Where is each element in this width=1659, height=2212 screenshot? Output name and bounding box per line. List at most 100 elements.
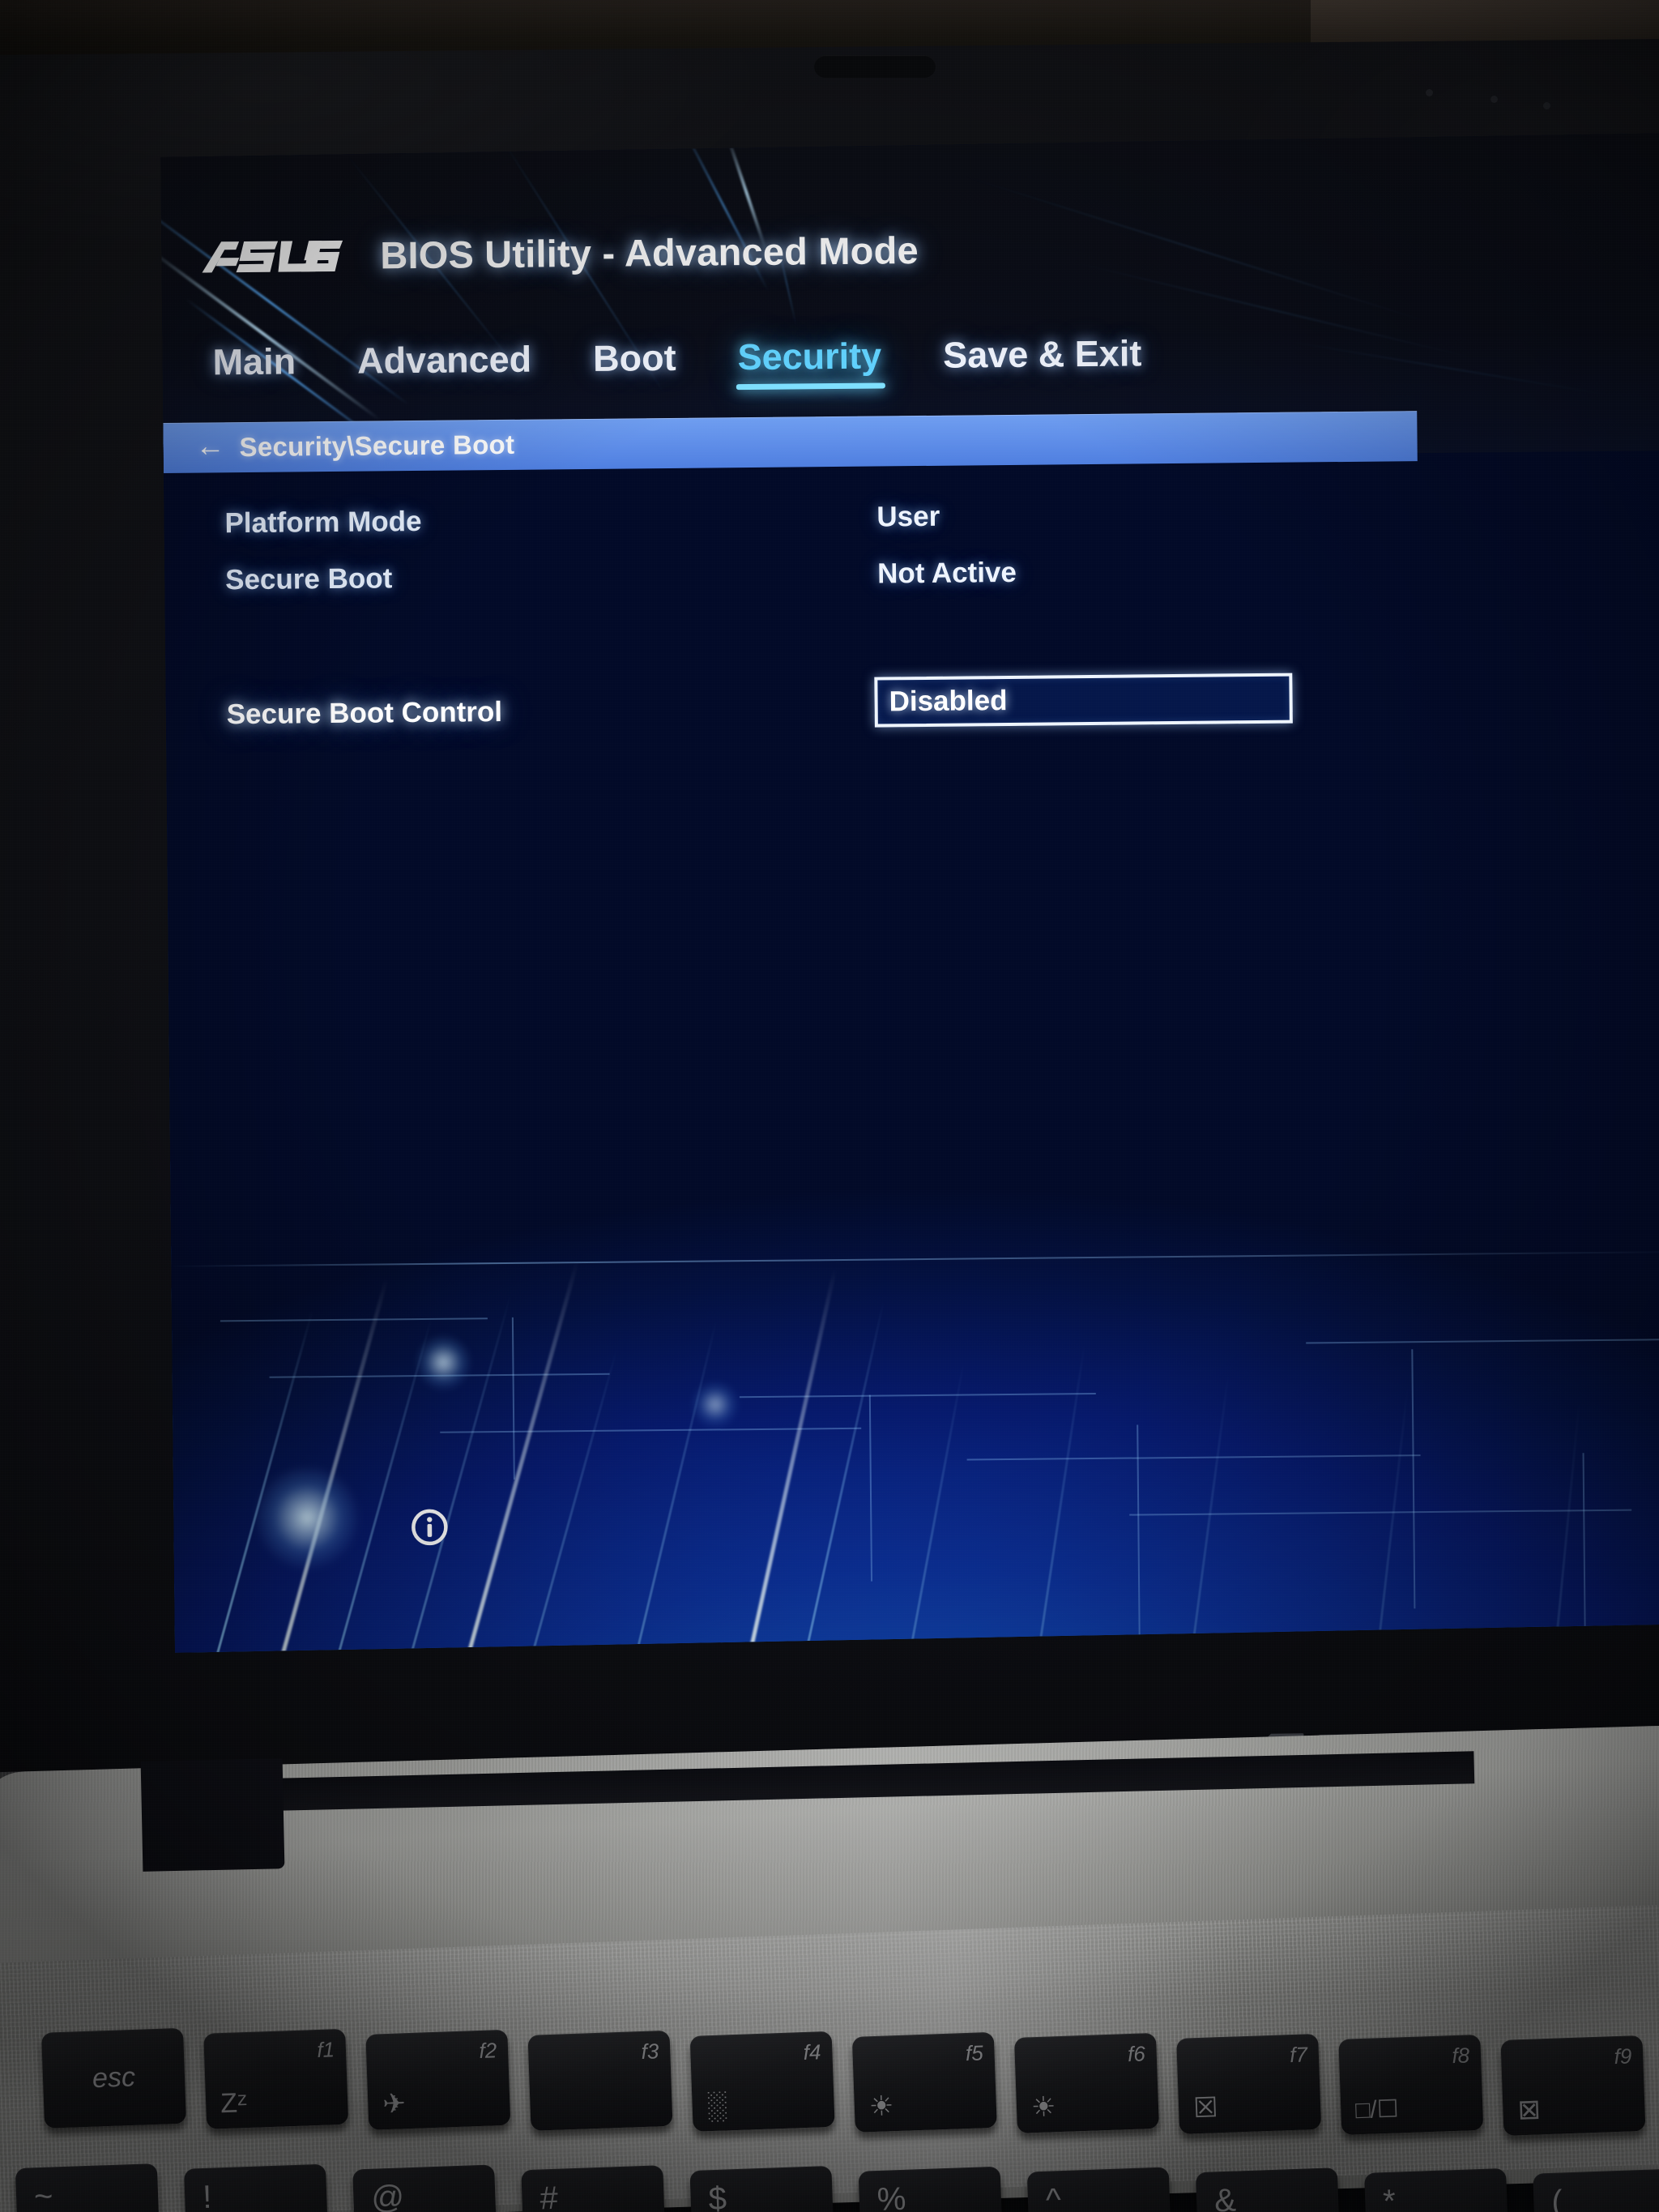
key-8[interactable]: * 8 — [1364, 2167, 1510, 2212]
key-2-shift-label: @ — [370, 2179, 405, 2212]
key-f6-fn-label: f6 — [1127, 2041, 1146, 2067]
light-beam — [904, 1360, 966, 1653]
bios-screen-surface: BIOS Utility - Advanced Mode Main Advanc… — [160, 133, 1659, 1653]
key-8-shift-label: * — [1382, 2183, 1397, 2212]
tab-advanced[interactable]: Advanced — [357, 339, 532, 395]
key-f1[interactable]: f1 Zᶻ — [203, 2028, 349, 2129]
key-7[interactable]: & 7 — [1195, 2167, 1341, 2212]
key-esc-label: esc — [92, 2061, 136, 2095]
key-f9-fn-label: f9 — [1614, 2043, 1632, 2069]
light-beam — [1188, 1370, 1230, 1653]
main-tab-bar[interactable]: Main Advanced Boot Security Save & Exit — [212, 332, 1141, 396]
key-4[interactable]: $ 4 — [689, 2165, 836, 2212]
laptop-screen: BIOS Utility - Advanced Mode Main Advanc… — [160, 133, 1659, 1653]
screen-background-artwork — [170, 1185, 1659, 1653]
key-backtick-shift-label: ~ — [33, 2178, 54, 2212]
key-3[interactable]: # 3 — [521, 2165, 667, 2212]
key-f8-fn-label: f8 — [1451, 2043, 1470, 2069]
light-beam — [742, 1268, 837, 1652]
setting-label-secure-boot: Secure Boot — [224, 562, 393, 596]
key-f6[interactable]: f6 ☀ — [1013, 2032, 1159, 2133]
light-beam — [272, 1279, 388, 1653]
asus-logo-icon — [200, 235, 344, 277]
light-beam — [458, 1261, 579, 1653]
light-beam — [799, 1300, 885, 1653]
circuit-trace — [1583, 1453, 1586, 1631]
light-beam — [207, 1310, 313, 1653]
tab-security[interactable]: Security — [737, 335, 881, 391]
light-glow — [254, 1465, 360, 1571]
light-beam — [1552, 1398, 1580, 1653]
bezel-sensor-dot-3 — [1543, 102, 1550, 109]
brightness-up-icon: ☀ — [1030, 2091, 1057, 2124]
key-1-shift-label: ! — [202, 2179, 213, 2212]
key-7-shift-label: & — [1213, 2182, 1237, 2212]
key-esc[interactable]: esc — [41, 2027, 187, 2129]
airplane-mode-icon: ✈ — [382, 2088, 407, 2120]
key-2[interactable]: @ 2 — [352, 2164, 498, 2212]
left-arrow-icon[interactable]: ← — [195, 431, 224, 460]
display-switch-icon: □/☐ — [1354, 2095, 1400, 2124]
circuit-trace — [270, 1373, 610, 1378]
brightness-down-icon: ☀ — [868, 2090, 894, 2123]
key-f9[interactable]: f9 ⊠ — [1500, 2035, 1646, 2136]
light-beam — [1034, 1340, 1086, 1653]
bezel-sensor-dot-2 — [1491, 96, 1498, 103]
setting-label-platform-mode: Platform Mode — [224, 505, 422, 540]
tab-boot[interactable]: Boot — [593, 337, 676, 393]
lid-hinge-notch — [814, 55, 936, 78]
hinge-block — [140, 1758, 285, 1872]
circuit-trace — [1411, 1349, 1415, 1608]
breadcrumb-path: Security\Secure Boot — [239, 429, 515, 463]
key-f2[interactable]: f2 ✈ — [365, 2029, 511, 2130]
circuit-trace — [1306, 1339, 1659, 1343]
secure-boot-control-dropdown[interactable]: Disabled — [874, 673, 1293, 728]
brand-row: BIOS Utility - Advanced Mode — [200, 228, 919, 280]
key-f5[interactable]: f5 ☀ — [851, 2031, 997, 2133]
circuit-trace — [1129, 1510, 1631, 1516]
key-f3-fn-label: f3 — [641, 2039, 659, 2065]
key-f7-fn-label: f7 — [1289, 2042, 1308, 2068]
key-5[interactable]: % 5 — [858, 2166, 1004, 2212]
laptop-photo: BIOS Utility - Advanced Mode Main Advanc… — [0, 0, 1659, 2212]
key-6[interactable]: ^ 6 — [1026, 2167, 1173, 2212]
key-f3[interactable]: f3 — [527, 2030, 673, 2131]
keyboard-backlight-up-icon: ░ — [706, 2090, 727, 2122]
key-f5-fn-label: f5 — [965, 2040, 984, 2066]
light-beam — [629, 1318, 718, 1653]
key-1[interactable]: ! 1 — [183, 2163, 330, 2212]
circuit-trace — [512, 1317, 515, 1480]
touchpad-toggle-icon: ⊠ — [1516, 2094, 1542, 2126]
setting-value-secure-boot: Not Active — [876, 556, 1017, 590]
key-f7[interactable]: f7 ☒ — [1176, 2033, 1322, 2134]
setting-value-platform-mode: User — [876, 500, 940, 533]
key-3-shift-label: # — [539, 2180, 559, 2212]
light-glow — [691, 1380, 740, 1429]
key-f4[interactable]: f4 ░ — [689, 2031, 835, 2132]
tab-save-exit[interactable]: Save & Exit — [943, 332, 1142, 389]
circuit-trace — [740, 1393, 1096, 1398]
key-4-shift-label: $ — [707, 2180, 727, 2212]
circuit-trace — [869, 1395, 872, 1582]
key-5-shift-label: % — [876, 2180, 907, 2212]
key-f8[interactable]: f8 □/☐ — [1338, 2034, 1484, 2135]
light-beam — [402, 1292, 512, 1653]
key-backtick[interactable]: ~ ` — [15, 2163, 161, 2212]
circuit-trace — [220, 1317, 488, 1322]
circuit-trace — [967, 1454, 1421, 1460]
key-f2-fn-label: f2 — [478, 2038, 497, 2064]
circuit-trace — [1137, 1424, 1140, 1635]
tab-main[interactable]: Main — [212, 340, 296, 396]
key-9[interactable]: ( 9 — [1533, 2168, 1659, 2212]
secure-boot-control-value: Disabled — [889, 684, 1008, 718]
page-title: BIOS Utility - Advanced Mode — [380, 228, 919, 277]
sleep-icon: Zᶻ — [220, 2087, 248, 2120]
key-f1-fn-label: f1 — [316, 2037, 335, 2063]
settings-list: Platform Mode User Secure Boot Not Activ… — [164, 459, 1659, 744]
bezel-sensor-dot — [1426, 89, 1433, 96]
info-circle-icon[interactable] — [408, 1506, 450, 1548]
display-off-icon: ☒ — [1192, 2092, 1219, 2124]
light-beam — [329, 1317, 433, 1653]
light-beam — [1374, 1384, 1409, 1653]
key-9-shift-label: ( — [1550, 2184, 1563, 2212]
